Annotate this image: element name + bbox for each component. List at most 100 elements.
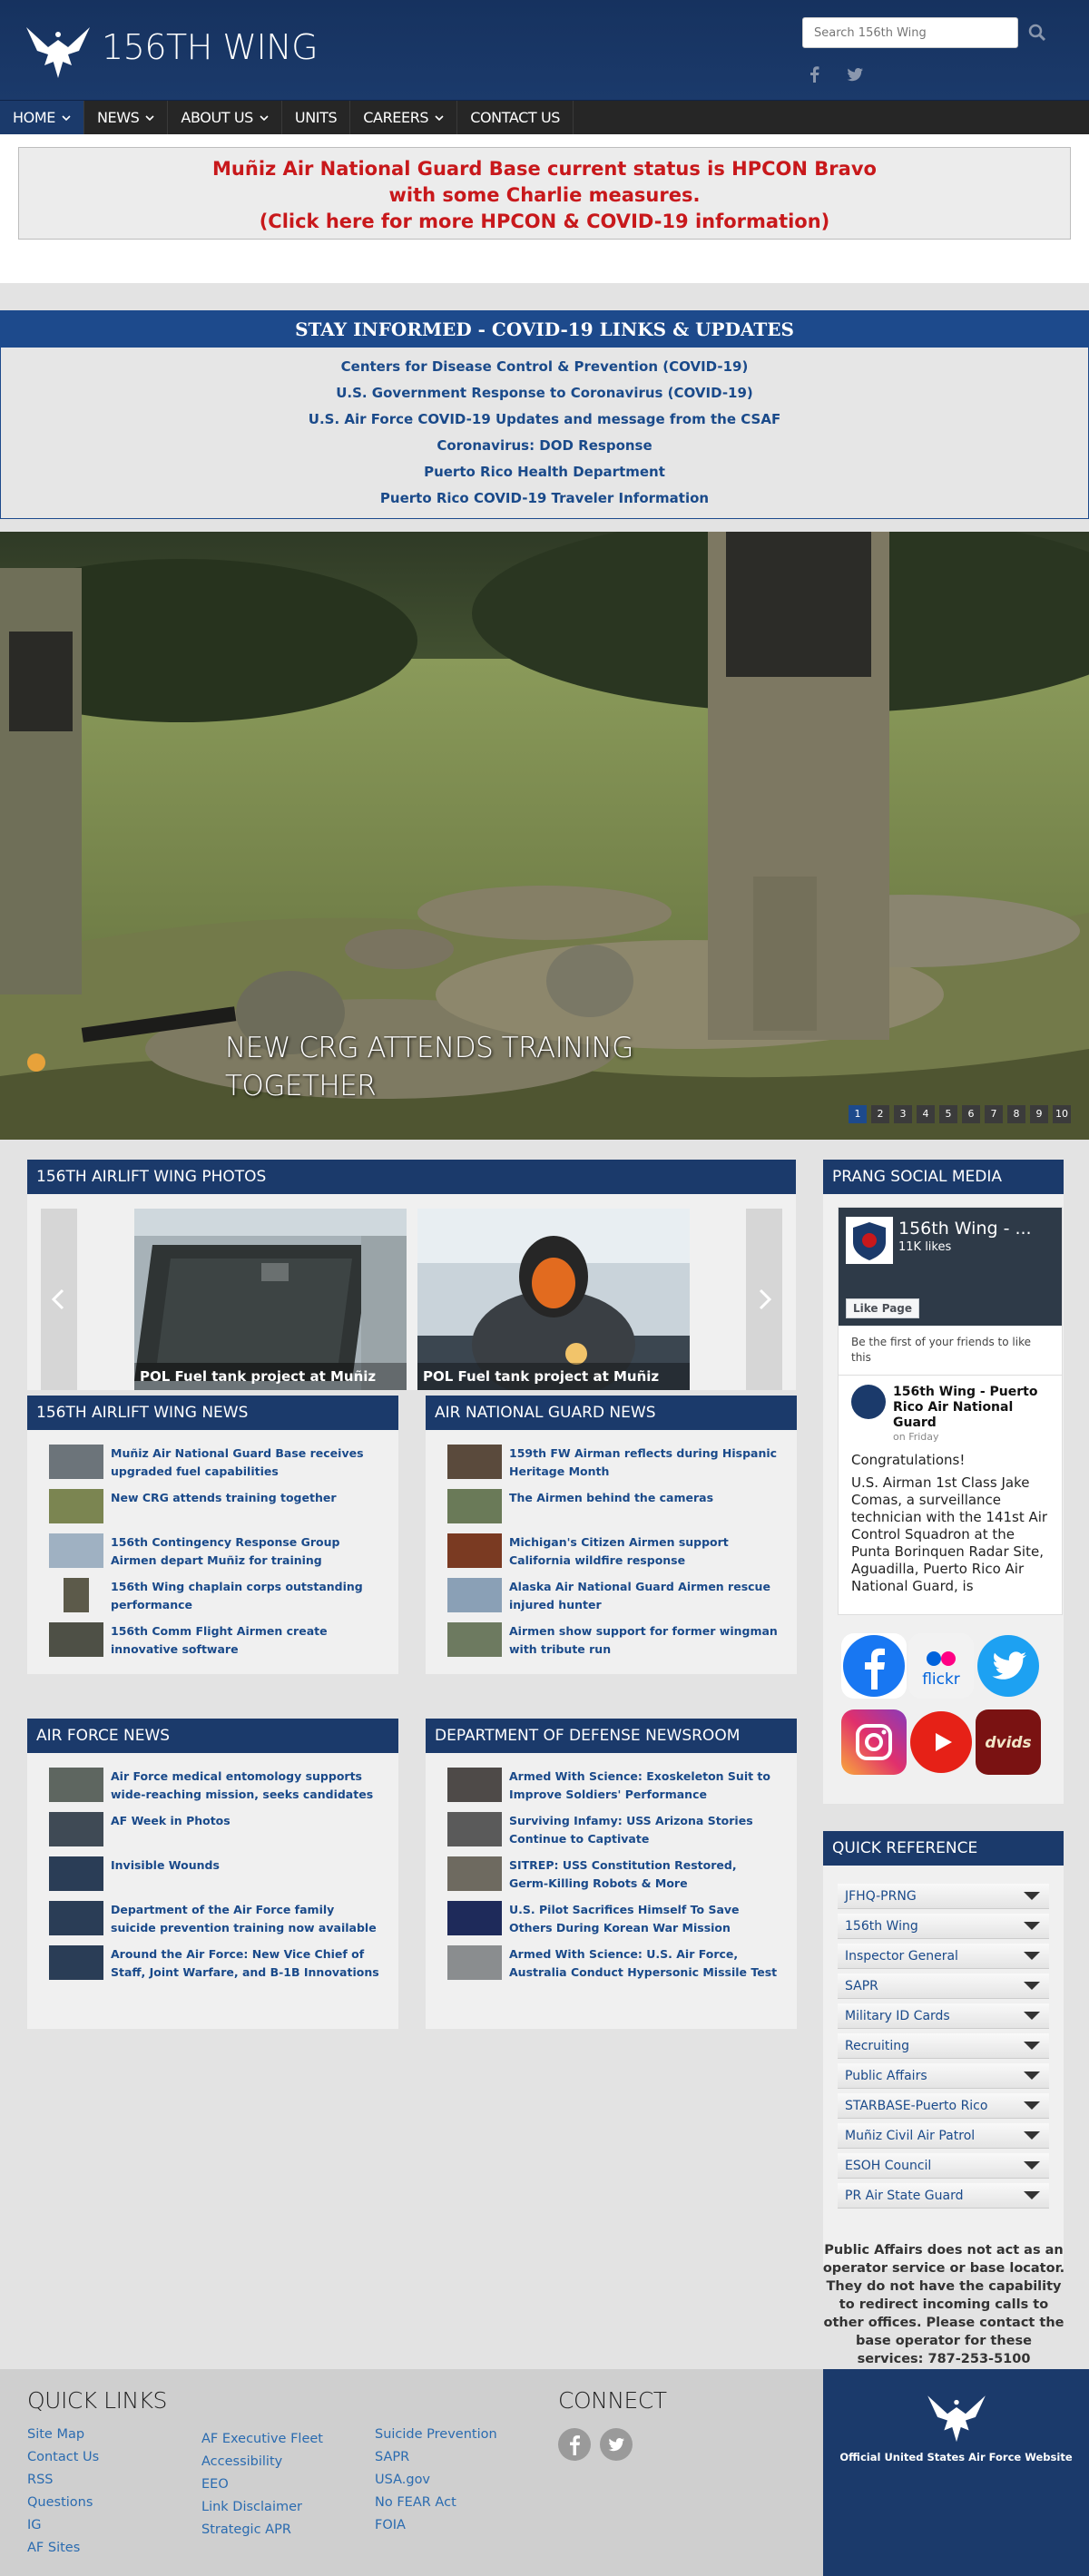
quick-ref-item[interactable]: PR Air State Guard <box>838 2183 1049 2209</box>
news-item[interactable]: Around the Air Force: New Vice Chief of … <box>49 1945 380 1982</box>
instagram-icon[interactable] <box>841 1709 907 1775</box>
news-headline[interactable]: Muñiz Air National Guard Base receives u… <box>111 1445 380 1481</box>
news-headline[interactable]: Around the Air Force: New Vice Chief of … <box>111 1945 380 1982</box>
quick-ref-item[interactable]: Recruiting <box>838 2033 1049 2059</box>
carousel-page-button[interactable]: 1 <box>849 1105 867 1123</box>
dvids-icon[interactable]: dvids <box>976 1709 1041 1775</box>
twitter-icon[interactable] <box>846 65 864 83</box>
news-item[interactable]: Air Force medical entomology supports wi… <box>49 1768 380 1804</box>
nav-item-contact-us[interactable]: CONTACT US <box>457 101 574 134</box>
hpcon-alert-banner[interactable]: Muñiz Air National Guard Base current st… <box>18 147 1071 240</box>
news-item[interactable]: Surviving Infamy: USS Arizona Stories Co… <box>447 1812 779 1848</box>
news-headline[interactable]: The Airmen behind the cameras <box>509 1489 713 1507</box>
news-item[interactable]: Armed With Science: U.S. Air Force, Aust… <box>447 1945 779 1982</box>
footer-link[interactable]: Questions <box>27 2492 99 2514</box>
post-author[interactable]: 156th Wing - Puerto Rico Air National Gu… <box>893 1385 1049 1431</box>
nav-item-units[interactable]: UNITS <box>282 101 351 134</box>
news-item[interactable]: Department of the Air Force family suici… <box>49 1901 380 1937</box>
facebook-icon[interactable] <box>558 2428 591 2461</box>
news-item[interactable]: Muñiz Air National Guard Base receives u… <box>49 1445 380 1481</box>
search-input[interactable] <box>802 17 1018 48</box>
footer-link[interactable]: Site Map <box>27 2424 99 2446</box>
covid-link-air-force[interactable]: U.S. Air Force COVID-19 Updates and mess… <box>1 406 1088 433</box>
footer-link[interactable]: SAPR <box>375 2446 497 2469</box>
quick-ref-item[interactable]: ESOH Council <box>838 2153 1049 2179</box>
carousel-page-button[interactable]: 3 <box>894 1105 912 1123</box>
alert-more-info-link[interactable]: (Click here for more HPCON & COVID-19 in… <box>19 209 1070 235</box>
carousel-page-button[interactable]: 6 <box>962 1105 980 1123</box>
search-icon[interactable] <box>1025 20 1049 45</box>
news-headline[interactable]: Airmen show support for former wingman w… <box>509 1622 779 1659</box>
nav-item-news[interactable]: NEWS <box>84 101 169 134</box>
news-headline[interactable]: Michigan's Citizen Airmen support Califo… <box>509 1533 779 1570</box>
news-item[interactable]: SITREP: USS Constitution Restored, Germ-… <box>447 1856 779 1893</box>
flickr-icon[interactable]: flickr <box>908 1633 974 1699</box>
photos-prev-button[interactable] <box>41 1209 77 1390</box>
news-item[interactable]: 156th Contingency Response Group Airmen … <box>49 1533 380 1570</box>
news-headline[interactable]: Armed With Science: U.S. Air Force, Aust… <box>509 1945 779 1982</box>
news-headline[interactable]: Invisible Wounds <box>111 1856 220 1875</box>
footer-link[interactable]: Strategic APR <box>201 2519 323 2542</box>
covid-link-pr-health[interactable]: Puerto Rico Health Department <box>1 459 1088 485</box>
news-headline[interactable]: 156th Comm Flight Airmen create innovati… <box>111 1622 380 1659</box>
news-headline[interactable]: 156th Contingency Response Group Airmen … <box>111 1533 380 1570</box>
news-item[interactable]: Alaska Air National Guard Airmen rescue … <box>447 1578 779 1614</box>
news-headline[interactable]: Alaska Air National Guard Airmen rescue … <box>509 1578 779 1614</box>
news-headline[interactable]: New CRG attends training together <box>111 1489 337 1507</box>
nav-item-careers[interactable]: CAREERS <box>350 101 458 134</box>
hero-caption[interactable]: NEW CRG ATTENDS TRAINING TOGETHER <box>225 1029 733 1105</box>
facebook-post[interactable]: 156th Wing - Puerto Rico Air National Gu… <box>839 1376 1062 1604</box>
footer-link[interactable]: Suicide Prevention <box>375 2424 497 2446</box>
footer-link[interactable]: Accessibility <box>201 2451 323 2473</box>
hero-carousel[interactable]: NEW CRG ATTENDS TRAINING TOGETHER 1 2 3 … <box>0 532 1089 1140</box>
youtube-icon[interactable] <box>908 1709 974 1775</box>
news-item[interactable]: 159th FW Airman reflects during Hispanic… <box>447 1445 779 1481</box>
carousel-page-button[interactable]: 7 <box>985 1105 1003 1123</box>
quick-ref-item[interactable]: STARBASE-Puerto Rico <box>838 2093 1049 2119</box>
footer-link[interactable]: IG <box>27 2514 99 2537</box>
photo-thumbnail[interactable]: POL Fuel tank project at Muñiz <box>417 1209 690 1390</box>
air-force-logo-icon[interactable] <box>25 20 92 80</box>
quick-ref-item[interactable]: SAPR <box>838 1974 1049 1999</box>
quick-ref-item[interactable]: JFHQ-PRNG <box>838 1884 1049 1909</box>
news-headline[interactable]: 156th Wing chaplain corps outstanding pe… <box>111 1578 380 1614</box>
carousel-page-button[interactable]: 9 <box>1030 1105 1048 1123</box>
footer-link[interactable]: RSS <box>27 2469 99 2492</box>
news-headline[interactable]: 159th FW Airman reflects during Hispanic… <box>509 1445 779 1481</box>
facebook-icon[interactable] <box>806 65 824 83</box>
footer-link[interactable]: EEO <box>201 2473 323 2496</box>
covid-link-cdc[interactable]: Centers for Disease Control & Prevention… <box>1 354 1088 380</box>
news-headline[interactable]: AF Week in Photos <box>111 1812 231 1830</box>
carousel-page-button[interactable]: 8 <box>1007 1105 1025 1123</box>
footer-link[interactable]: AF Executive Fleet <box>201 2428 323 2451</box>
facebook-page-name[interactable]: 156th Wing - ... <box>898 1219 1032 1239</box>
quick-ref-item[interactable]: Public Affairs <box>838 2063 1049 2089</box>
news-headline[interactable]: Department of the Air Force family suici… <box>111 1901 380 1937</box>
af-website-link[interactable]: Official United States Air Force Website <box>823 2369 1089 2576</box>
news-item[interactable]: Michigan's Citizen Airmen support Califo… <box>447 1533 779 1570</box>
quick-ref-item[interactable]: Military ID Cards <box>838 2003 1049 2029</box>
news-headline[interactable]: Air Force medical entomology supports wi… <box>111 1768 380 1804</box>
news-item[interactable]: The Airmen behind the cameras <box>447 1489 779 1525</box>
news-item[interactable]: New CRG attends training together <box>49 1489 380 1525</box>
news-item[interactable]: Airmen show support for former wingman w… <box>447 1622 779 1659</box>
facebook-embed[interactable]: 156th Wing - ... 11K likes Like Page Be … <box>838 1207 1063 1615</box>
carousel-page-button[interactable]: 5 <box>939 1105 957 1123</box>
twitter-icon[interactable] <box>600 2428 633 2461</box>
footer-link[interactable]: Contact Us <box>27 2446 99 2469</box>
photos-next-button[interactable] <box>746 1209 782 1390</box>
news-item[interactable]: U.S. Pilot Sacrifices Himself To Save Ot… <box>447 1901 779 1937</box>
site-title[interactable]: 156TH WING <box>102 27 319 67</box>
covid-link-pr-traveler[interactable]: Puerto Rico COVID-19 Traveler Informatio… <box>1 485 1088 512</box>
news-headline[interactable]: Surviving Infamy: USS Arizona Stories Co… <box>509 1812 779 1848</box>
footer-link[interactable]: AF Sites <box>27 2537 99 2560</box>
footer-link[interactable]: FOIA <box>375 2514 497 2537</box>
covid-link-dod[interactable]: Coronavirus: DOD Response <box>1 433 1088 459</box>
twitter-icon[interactable] <box>976 1633 1041 1699</box>
news-item[interactable]: Invisible Wounds <box>49 1856 380 1893</box>
footer-link[interactable]: Link Disclaimer <box>201 2496 323 2519</box>
news-headline[interactable]: Armed With Science: Exoskeleton Suit to … <box>509 1768 779 1804</box>
facebook-like-page-button[interactable]: Like Page <box>846 1298 920 1318</box>
carousel-page-button[interactable]: 10 <box>1053 1105 1071 1123</box>
quick-ref-item[interactable]: 156th Wing <box>838 1914 1049 1939</box>
